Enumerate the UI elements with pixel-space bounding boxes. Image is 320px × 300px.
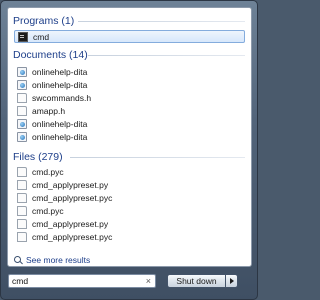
result-label: onlinehelp-dita [32,132,88,142]
documents-divider [88,55,245,56]
result-document[interactable]: onlinehelp-dita [14,131,245,143]
documents-header[interactable]: Documents (14) [13,48,88,62]
help-file-icon [17,80,27,90]
result-label: swcommands.h [32,93,92,103]
result-label: cmd_applypreset.py [32,219,109,229]
search-icon [14,256,22,264]
result-document[interactable]: swcommands.h [14,92,245,104]
chevron-right-icon [229,278,234,284]
result-file[interactable]: cmd.pyc [14,166,245,178]
result-document[interactable]: onlinehelp-dita [14,79,245,91]
result-label: cmd.pyc [32,206,64,216]
result-label: onlinehelp-dita [32,80,88,90]
result-label: onlinehelp-dita [32,119,88,129]
result-label: cmd_applypreset.pyc [32,193,113,203]
result-file[interactable]: cmd_applypreset.py [14,218,245,230]
document-icon [17,206,27,216]
files-header[interactable]: Files (279) [13,150,63,164]
files-divider [70,157,245,158]
document-icon [17,232,27,242]
result-file[interactable]: cmd_applypreset.pyc [14,192,245,204]
document-icon [17,180,27,190]
document-icon [17,106,27,116]
result-label: cmd_applypreset.py [32,180,109,190]
result-file[interactable]: cmd_applypreset.py [14,179,245,191]
result-document[interactable]: onlinehelp-dita [14,118,245,130]
shut-down-options-button[interactable] [226,274,238,288]
result-program-cmd[interactable]: cmd [14,30,245,43]
result-label: cmd [33,31,50,42]
document-icon [17,167,27,177]
result-file[interactable]: cmd_applypreset.pyc [14,231,245,243]
result-file[interactable]: cmd.pyc [14,205,245,217]
search-results-panel: Programs (1) cmd Documents (14) onlinehe… [7,7,252,267]
console-icon [18,31,28,42]
result-label: amapp.h [32,106,66,116]
result-label: cmd_applypreset.pyc [32,232,113,242]
help-file-icon [17,119,27,129]
search-box[interactable]: × [8,274,156,288]
document-icon [17,219,27,229]
result-document[interactable]: onlinehelp-dita [14,66,245,78]
result-document[interactable]: amapp.h [14,105,245,117]
document-icon [17,193,27,203]
see-more-label: See more results [26,255,91,265]
see-more-results-link[interactable]: See more results [14,254,90,266]
search-input[interactable] [12,276,132,286]
result-label: cmd.pyc [32,167,64,177]
result-label: onlinehelp-dita [32,67,88,77]
clear-search-icon[interactable]: × [146,276,151,287]
document-icon [17,93,27,103]
programs-header[interactable]: Programs (1) [13,14,74,28]
programs-divider [78,21,245,22]
help-file-icon [17,132,27,142]
help-file-icon [17,67,27,77]
start-menu: Programs (1) cmd Documents (14) onlinehe… [0,0,258,300]
shut-down-button[interactable]: Shut down [167,274,226,288]
shut-down-label: Shut down [176,276,217,286]
